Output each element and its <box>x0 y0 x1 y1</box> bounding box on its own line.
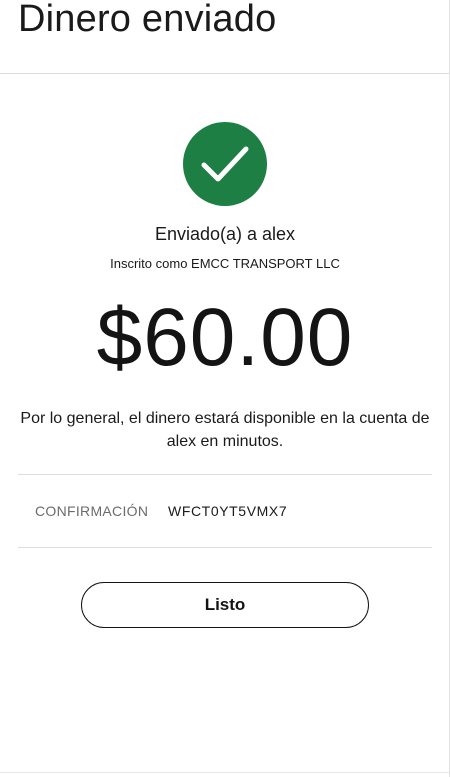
page-title: Dinero enviado <box>18 0 277 40</box>
divider <box>18 474 432 475</box>
check-icon <box>201 146 249 182</box>
divider <box>18 547 432 548</box>
confirmation-label: CONFIRMACIÓN <box>35 503 149 519</box>
availability-message: Por lo general, el dinero estará disponi… <box>18 407 432 453</box>
money-sent-screen: Dinero enviado Enviado(a) a alex Inscrit… <box>0 0 450 777</box>
done-button[interactable]: Listo <box>81 582 369 628</box>
recipient-text: Enviado(a) a alex <box>154 224 296 244</box>
availability-line-2: alex en minutos. <box>166 433 284 450</box>
page-header: Dinero enviado <box>0 0 450 74</box>
availability-line-1: Por lo general, el dinero estará disponi… <box>20 410 430 427</box>
bottom-divider <box>0 772 450 773</box>
amount-sent: $60.00 <box>96 292 354 383</box>
success-check-icon <box>183 122 267 206</box>
confirmation-code: WFCT0YT5VMX7 <box>168 503 288 519</box>
recipient-enrollment-text: Inscrito como EMCC TRANSPORT LLC <box>110 256 340 271</box>
